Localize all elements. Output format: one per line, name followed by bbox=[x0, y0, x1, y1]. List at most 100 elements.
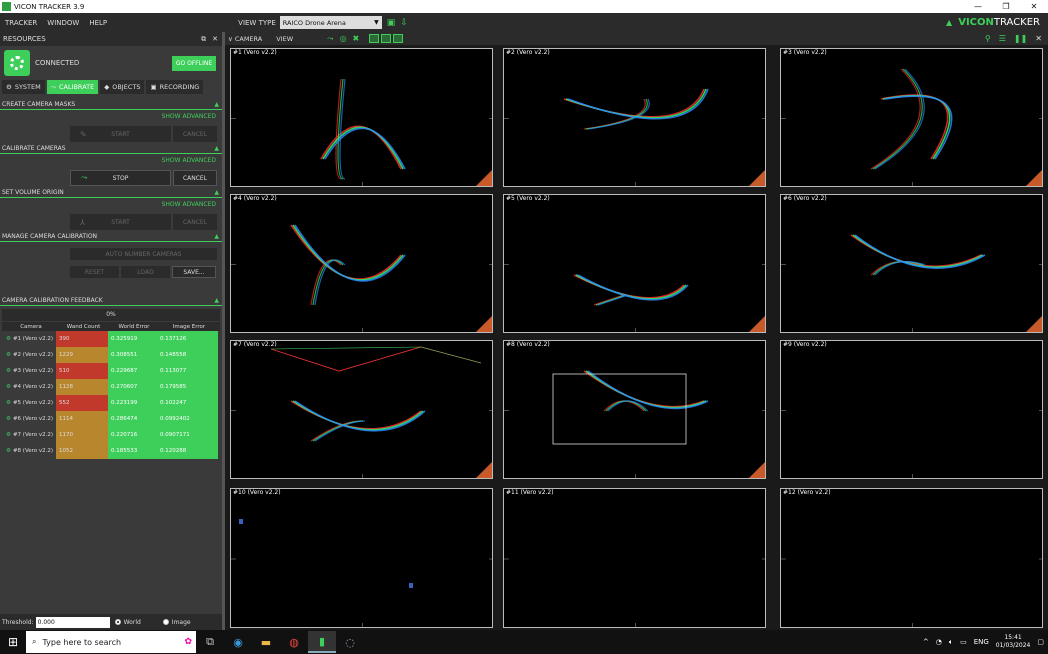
save-button[interactable]: SAVE... bbox=[172, 266, 216, 278]
image-radio[interactable] bbox=[162, 619, 169, 625]
reset-button[interactable]: RESET bbox=[70, 266, 119, 278]
cancel-calibration-button[interactable]: CANCEL bbox=[173, 170, 217, 186]
table-row[interactable]: ⚙ #4 (Vero v2.2) 1128 0.270607 0.179585 bbox=[2, 379, 220, 395]
header-image-error[interactable]: Image Error bbox=[157, 322, 218, 331]
camera-view-12[interactable]: #12 (Vero v2.2) bbox=[780, 488, 1043, 628]
file-explorer-icon[interactable]: ▬ bbox=[252, 631, 280, 653]
cancel-masks-button[interactable]: CANCEL bbox=[173, 126, 217, 142]
section-calibrate-cameras[interactable]: CALIBRATE CAMERAS ▲ bbox=[0, 144, 222, 154]
camera-name: #7 (Vero v2.2) bbox=[12, 432, 54, 438]
connected-icon bbox=[4, 50, 30, 76]
clock[interactable]: 15:41 01/03/2024 bbox=[996, 634, 1031, 650]
download-icon[interactable]: ⇩ bbox=[400, 18, 408, 28]
tab-objects[interactable]: ◆ OBJECTS bbox=[100, 80, 145, 94]
camera-view-4[interactable]: #4 (Vero v2.2) bbox=[230, 194, 493, 333]
camera-feed bbox=[781, 410, 1042, 478]
connection-status: CONNECTED GO OFFLINE bbox=[0, 46, 222, 80]
menu-window[interactable]: WINDOW bbox=[42, 19, 84, 27]
chevron-up-icon[interactable]: ^ bbox=[923, 638, 929, 646]
camera-label: #10 (Vero v2.2) bbox=[233, 489, 281, 496]
camera-menu[interactable]: ∨ CAMERA bbox=[228, 35, 262, 43]
language-indicator[interactable]: ENG bbox=[974, 638, 989, 646]
grid-layout-3-button[interactable] bbox=[393, 34, 404, 43]
table-row[interactable]: ⚙ #7 (Vero v2.2) 1170 0.220716 0.0907171 bbox=[2, 427, 220, 443]
minimize-button[interactable]: — bbox=[964, 2, 992, 11]
table-row[interactable]: ⚙ #6 (Vero v2.2) 1114 0.286474 0.0992402 bbox=[2, 411, 220, 427]
view-type-select[interactable]: RAICO Drone Arena ▼ bbox=[279, 16, 382, 29]
undock-icon[interactable]: ⧉ bbox=[201, 35, 206, 44]
maximize-button[interactable]: ❐ bbox=[992, 2, 1020, 11]
table-row[interactable]: ⚙ #1 (Vero v2.2) 390 0.325919 0.137126 bbox=[2, 331, 220, 347]
section-create-camera-masks[interactable]: CREATE CAMERA MASKS ▲ bbox=[0, 100, 222, 110]
pause-icon[interactable]: ❚❚ bbox=[1014, 34, 1027, 43]
clear-icon[interactable]: ✖ bbox=[353, 34, 360, 43]
vicon-tracker-taskbar-icon[interactable]: ▮ bbox=[308, 631, 336, 653]
menu-tracker[interactable]: TRACKER bbox=[0, 19, 42, 27]
wand-icon[interactable]: ⚲ bbox=[985, 34, 991, 43]
show-advanced-link[interactable]: SHOW ADVANCED bbox=[0, 198, 222, 212]
notification-icon[interactable]: ▢ bbox=[1037, 638, 1044, 646]
network-icon[interactable]: ▭ bbox=[960, 638, 967, 646]
tab-calibrate[interactable]: ⤳ CALIBRATE bbox=[46, 80, 99, 94]
header-camera[interactable]: Camera bbox=[2, 324, 56, 330]
camera-view-6[interactable]: #6 (Vero v2.2) bbox=[780, 194, 1043, 333]
camera-name: #8 (Vero v2.2) bbox=[12, 448, 54, 454]
tab-system[interactable]: ⚙ SYSTEM bbox=[2, 80, 45, 94]
world-radio[interactable] bbox=[114, 619, 121, 625]
camera-view-10[interactable]: #10 (Vero v2.2) bbox=[230, 488, 493, 628]
start-masks-button[interactable]: ✎ START bbox=[70, 126, 171, 142]
header-wand-count[interactable]: Wand Count bbox=[56, 322, 108, 331]
save-icon[interactable]: ▣ bbox=[387, 18, 396, 28]
image-error-cell: 0.0992402 bbox=[157, 411, 218, 427]
meet-icon[interactable]: ◔ bbox=[936, 638, 942, 646]
camera-view-1[interactable]: #1 (Vero v2.2) bbox=[230, 48, 493, 187]
show-advanced-link[interactable]: SHOW ADVANCED bbox=[0, 154, 222, 168]
view-menu[interactable]: VIEW bbox=[276, 35, 293, 43]
camera-view-9[interactable]: #9 (Vero v2.2) bbox=[780, 340, 1043, 479]
section-set-volume-origin[interactable]: SET VOLUME ORIGIN ▲ bbox=[0, 188, 222, 198]
task-view-icon[interactable]: ⧉ bbox=[196, 631, 224, 653]
menu-help[interactable]: HELP bbox=[84, 19, 112, 27]
menu-icon[interactable]: ☰ bbox=[999, 34, 1006, 43]
section-manage-camera-calibration[interactable]: MANAGE CAMERA CALIBRATION ▲ bbox=[0, 232, 222, 242]
close-panel-icon[interactable]: ✕ bbox=[212, 35, 218, 44]
wand-count-cell: 552 bbox=[56, 395, 108, 411]
camera-view-2[interactable]: #2 (Vero v2.2) bbox=[503, 48, 766, 187]
camera-view-7[interactable]: #7 (Vero v2.2) bbox=[230, 340, 493, 479]
table-row[interactable]: ⚙ #2 (Vero v2.2) 1229 0.308551 0.148558 bbox=[2, 347, 220, 363]
table-row[interactable]: ⚙ #8 (Vero v2.2) 1052 0.185533 0.120288 bbox=[2, 443, 220, 459]
resource-tabs: ⚙ SYSTEM ⤳ CALIBRATE ◆ OBJECTS ▣ RECORDING bbox=[0, 80, 222, 94]
cancel-origin-button[interactable]: CANCEL bbox=[173, 214, 217, 230]
camera-view-5[interactable]: #5 (Vero v2.2) bbox=[503, 194, 766, 333]
speaker-icon[interactable]: 🔈︎ bbox=[949, 638, 953, 647]
world-error-cell: 0.220716 bbox=[108, 427, 157, 443]
close-button[interactable]: ✕ bbox=[1020, 2, 1048, 11]
camera-status-corner bbox=[749, 170, 765, 186]
mask-tool-icon[interactable]: ◎ bbox=[340, 34, 347, 43]
camera-view-3[interactable]: #3 (Vero v2.2) bbox=[780, 48, 1043, 187]
camera-view-11[interactable]: #11 (Vero v2.2) bbox=[503, 488, 766, 628]
auto-number-cameras-button[interactable]: AUTO NUMBER CAMERAS bbox=[70, 248, 217, 260]
other-app-icon[interactable]: ◌ bbox=[336, 631, 364, 653]
grid-layout-2-button[interactable] bbox=[381, 34, 392, 43]
load-button[interactable]: LOAD bbox=[121, 266, 170, 278]
section-camera-calibration-feedback[interactable]: CAMERA CALIBRATION FEEDBACK ▲ bbox=[0, 296, 222, 306]
taskbar-search[interactable]: ⌕ Type here to search ✿ bbox=[26, 631, 196, 653]
grid-layout-1-button[interactable] bbox=[369, 34, 380, 43]
go-offline-button[interactable]: GO OFFLINE bbox=[172, 55, 216, 71]
gear-icon: ⚙ bbox=[6, 83, 12, 91]
show-advanced-link[interactable]: SHOW ADVANCED bbox=[0, 110, 222, 124]
close-view-icon[interactable]: ✕ bbox=[1035, 34, 1042, 43]
stop-calibration-button[interactable]: ⤳ STOP bbox=[70, 170, 171, 186]
windows-start-icon[interactable]: ⊞ bbox=[0, 635, 26, 649]
chrome-icon[interactable]: ◍ bbox=[280, 631, 308, 653]
tab-recording[interactable]: ▣ RECORDING bbox=[146, 80, 204, 94]
start-origin-button[interactable]: ⅄ START bbox=[70, 214, 171, 230]
threshold-input[interactable]: 0.000 bbox=[35, 616, 110, 628]
wand-tool-icon[interactable]: ⤳ bbox=[327, 34, 333, 44]
header-world-error[interactable]: World Error bbox=[108, 322, 157, 331]
edge-icon[interactable]: ◉ bbox=[224, 631, 252, 653]
table-row[interactable]: ⚙ #5 (Vero v2.2) 552 0.223199 0.102247 bbox=[2, 395, 220, 411]
camera-view-8[interactable]: #8 (Vero v2.2) bbox=[503, 340, 766, 479]
table-row[interactable]: ⚙ #3 (Vero v2.2) 510 0.229687 0.113077 bbox=[2, 363, 220, 379]
